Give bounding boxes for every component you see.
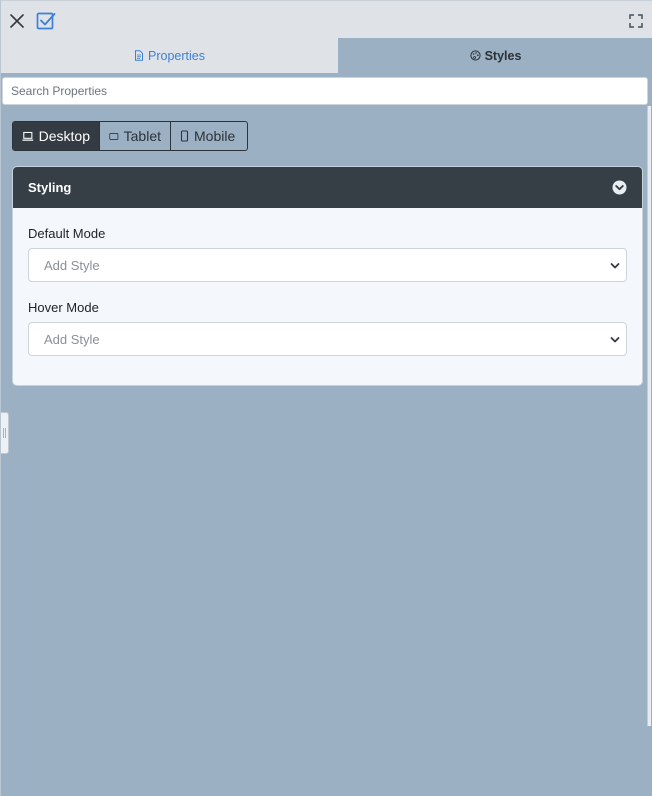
chevron-circle-down-icon[interactable] bbox=[612, 180, 627, 195]
desktop-button[interactable]: Desktop bbox=[13, 122, 99, 150]
desktop-label: Desktop bbox=[38, 128, 90, 144]
default-mode-field: Default Mode Add Style bbox=[28, 226, 627, 282]
document-icon bbox=[135, 50, 143, 61]
checkbox-check-icon bbox=[36, 12, 56, 30]
close-icon bbox=[10, 14, 24, 28]
panel-resize-handle[interactable] bbox=[1, 412, 9, 454]
styling-card-title: Styling bbox=[28, 180, 72, 195]
tab-properties-label: Properties bbox=[148, 48, 205, 63]
panel-scrollbar[interactable] bbox=[647, 106, 652, 796]
hover-mode-select[interactable]: Add Style bbox=[28, 322, 627, 356]
palette-icon bbox=[469, 50, 481, 61]
mobile-button[interactable]: Mobile bbox=[170, 122, 247, 150]
fullscreen-button[interactable] bbox=[626, 11, 646, 31]
tab-properties[interactable]: Properties bbox=[1, 38, 338, 73]
styling-card-body: Default Mode Add Style Hover Mode Add St… bbox=[13, 208, 642, 356]
hover-mode-label: Hover Mode bbox=[28, 300, 99, 315]
styling-card-header[interactable]: Styling bbox=[13, 167, 642, 208]
mobile-label: Mobile bbox=[194, 128, 236, 144]
chevron-down-icon bbox=[610, 263, 620, 269]
chevron-down-icon bbox=[610, 337, 620, 343]
properties-panel: Properties Styles Desktop T bbox=[0, 0, 652, 796]
tablet-button[interactable]: Tablet bbox=[99, 122, 170, 150]
default-mode-select[interactable]: Add Style bbox=[28, 248, 627, 282]
scrollbar-thumb[interactable] bbox=[647, 106, 651, 726]
laptop-icon bbox=[22, 131, 34, 141]
close-button[interactable] bbox=[6, 10, 28, 32]
mobile-icon bbox=[180, 130, 189, 142]
confirm-button[interactable] bbox=[34, 9, 58, 33]
tablet-icon bbox=[109, 132, 119, 140]
top-toolbar bbox=[1, 0, 652, 38]
panel-tabs: Properties Styles bbox=[1, 38, 652, 73]
styling-card: Styling Default Mode Add Style Hover Mod… bbox=[12, 166, 643, 386]
tablet-label: Tablet bbox=[123, 128, 161, 144]
hover-mode-field: Hover Mode Add Style bbox=[28, 300, 627, 356]
default-mode-value: Add Style bbox=[44, 257, 100, 273]
tab-styles-label: Styles bbox=[484, 48, 522, 63]
fullscreen-icon bbox=[629, 14, 643, 28]
grip-icon bbox=[3, 428, 6, 438]
hover-mode-value: Add Style bbox=[44, 331, 100, 347]
default-mode-label: Default Mode bbox=[28, 226, 106, 241]
search-properties-input[interactable] bbox=[2, 77, 648, 105]
device-switcher: Desktop Tablet Mobile bbox=[12, 121, 248, 151]
tab-styles[interactable]: Styles bbox=[338, 38, 652, 73]
